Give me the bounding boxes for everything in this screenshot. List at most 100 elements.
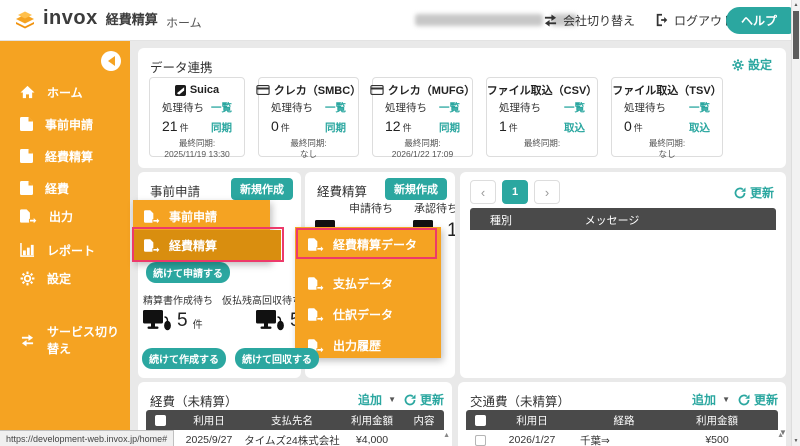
count-unit: 件 [281,123,290,133]
company-switch-link[interactable]: 会社切り替え [543,12,635,29]
app-logo[interactable]: invox 経費精算 [13,7,158,30]
sidebar-item-expense-settlement[interactable]: 経費精算 [0,143,130,169]
card-name: クレカ（SMBC） [274,82,361,98]
select-all-checkbox[interactable] [155,415,166,426]
last-sync-label: 最終同期: [179,138,215,148]
list-link[interactable]: 一覧 [689,100,710,115]
menu-label: 仕訳データ [333,306,393,323]
sidebar-label: 設定 [47,270,71,287]
page-next-button[interactable]: › [534,180,560,204]
column-payee: 支払先名 [244,413,340,428]
new-expense-settlement-button[interactable]: 新規作成 [385,178,447,200]
product-name: 経費精算 [106,9,158,28]
scroll-up-icon[interactable]: ▲ [443,432,450,439]
page-prev-button[interactable]: ‹ [470,180,496,204]
cell-date: 2025/9/27 [174,434,244,446]
cell-date: 2026/1/27 [494,434,570,446]
sidebar-label: 事前申請 [45,116,93,133]
sidebar-item-report[interactable]: レポート [0,237,130,263]
add-link[interactable]: 追加▼ [692,391,730,408]
notifications-refresh-link[interactable]: 更新 [734,184,774,201]
list-link[interactable]: 一覧 [211,100,232,115]
count-unit: 件 [403,123,412,133]
notifications-table-header: 種別 メッセージ [470,208,776,230]
card-suica: Suica 処理待ち一覧 21件同期 最終同期:2025/11/19 13:30 [149,77,245,157]
expense-table: 利用日 支払先名 利用金額 内容 2025/9/27 タイムズ24株式会社 ¥4… [146,410,444,446]
sync-link[interactable]: 同期 [325,120,346,135]
submenu-item-journal-data[interactable]: 仕訳データ [295,299,441,330]
data-link-settings-link[interactable]: 設定 [732,56,772,73]
sidebar-item-pre-application[interactable]: 事前申請 [0,111,130,137]
export-icon [308,308,324,321]
sidebar-item-expense[interactable]: 経費 [0,175,130,201]
logout-link[interactable]: ログアウト [655,12,734,29]
column-message: メッセージ [542,212,682,228]
transport-table-refresh-link[interactable]: 更新 [738,391,778,408]
last-sync-label: 最終同期: [404,138,440,148]
menu-item-pre-application[interactable]: 事前申請 [133,202,270,231]
sync-link[interactable]: 同期 [211,120,232,135]
continue-create-button[interactable]: 続けて作成する [142,348,226,369]
switch-arrows-icon [543,14,558,27]
pending-count: 21 [162,118,178,134]
data-link-panel: データ連携 設定 Suica 処理待ち一覧 21件同期 最終同期:2025/11… [138,48,786,168]
new-pre-application-button[interactable]: 新規作成 [231,178,293,200]
expense-table-actions: 追加▼ 更新 [358,391,444,408]
page-number-button[interactable]: 1 [502,180,528,204]
list-link[interactable]: 一覧 [439,100,460,115]
transport-unsettled-panel: 交通費（未精算） 追加▼ 更新 利用日 経路 利用金額 2026/1/27 千葉… [458,382,786,446]
submenu-item-payment-data[interactable]: 支払データ [295,268,441,299]
logout-icon [655,13,669,27]
pending-count: 0 [271,118,279,134]
row-checkbox[interactable] [475,435,486,446]
sync-link[interactable]: 同期 [439,120,460,135]
header-nav-home[interactable]: ホーム [166,14,202,31]
menu-item-expense-settlement[interactable]: 経費精算 [133,231,270,260]
table-row[interactable]: 2025/9/27 タイムズ24株式会社 ¥4,000 [146,430,444,446]
continue-apply-button[interactable]: 続けて申請する [146,262,230,283]
submenu-item-expense-settlement-data[interactable]: 経費精算データ [295,229,441,260]
scrollbar-up-icon[interactable]: ▲ [792,2,800,8]
add-link[interactable]: 追加▼ [358,391,396,408]
continue-collect-button[interactable]: 続けて回収する [235,348,319,369]
list-link[interactable]: 一覧 [564,100,585,115]
last-sync-value: なし [300,149,317,159]
pending-count: 1 [499,118,507,134]
panel-title: 経費精算 [317,181,367,200]
cell-amount: ¥4,000 [340,434,404,446]
pending-label: 処理待ち [499,100,541,115]
sidebar-item-home[interactable]: ホーム [0,79,130,105]
table-row[interactable]: 2026/1/27 千葉⇒ ¥500 [466,430,778,446]
table-header-row: 利用日 支払先名 利用金額 内容 [146,410,444,430]
menu-label: 支払データ [333,275,393,292]
export-icon [308,277,324,290]
gear-icon [732,59,744,71]
select-all-checkbox[interactable] [475,415,486,426]
collapse-left-icon [103,56,115,66]
scroll-down-icon[interactable]: ▼ [779,428,787,437]
document-icon [20,117,33,131]
pending-label: 処理待ち [271,100,313,115]
bar-chart-icon [20,243,35,257]
import-link[interactable]: 取込 [689,120,710,135]
list-link[interactable]: 一覧 [325,100,346,115]
sidebar-collapse-button[interactable] [101,51,121,71]
menu-label: 経費精算 [169,237,217,254]
approve-wait-label: 承認待ち [414,200,455,216]
import-link[interactable]: 取込 [564,120,585,135]
sidebar: ホーム 事前申請 経費精算 経費 出力 [0,40,130,446]
scrollbar-thumb[interactable] [793,11,799,59]
pending-label: 処理待ち [162,100,204,115]
cell-amount: ¥500 [678,434,756,446]
help-button[interactable]: ヘルプ [726,7,792,34]
sidebar-item-settings[interactable]: 設定 [0,265,130,291]
expense-table-refresh-link[interactable]: 更新 [404,391,444,408]
page-scrollbar[interactable]: ▲ ▼ [791,0,800,446]
scrollbar-down-icon[interactable]: ▼ [792,438,800,444]
pc-icon [256,310,285,331]
invox-home-page: invox 経費精算 ホーム 会社切り替え [0,0,800,446]
panel-title: 経費（未精算） [150,391,238,410]
sidebar-item-service-switch[interactable]: サービス切り替え [0,327,130,353]
sidebar-item-export[interactable]: 出力 [0,203,130,229]
export-flyout-menu: 事前申請 経費精算 [133,200,270,262]
